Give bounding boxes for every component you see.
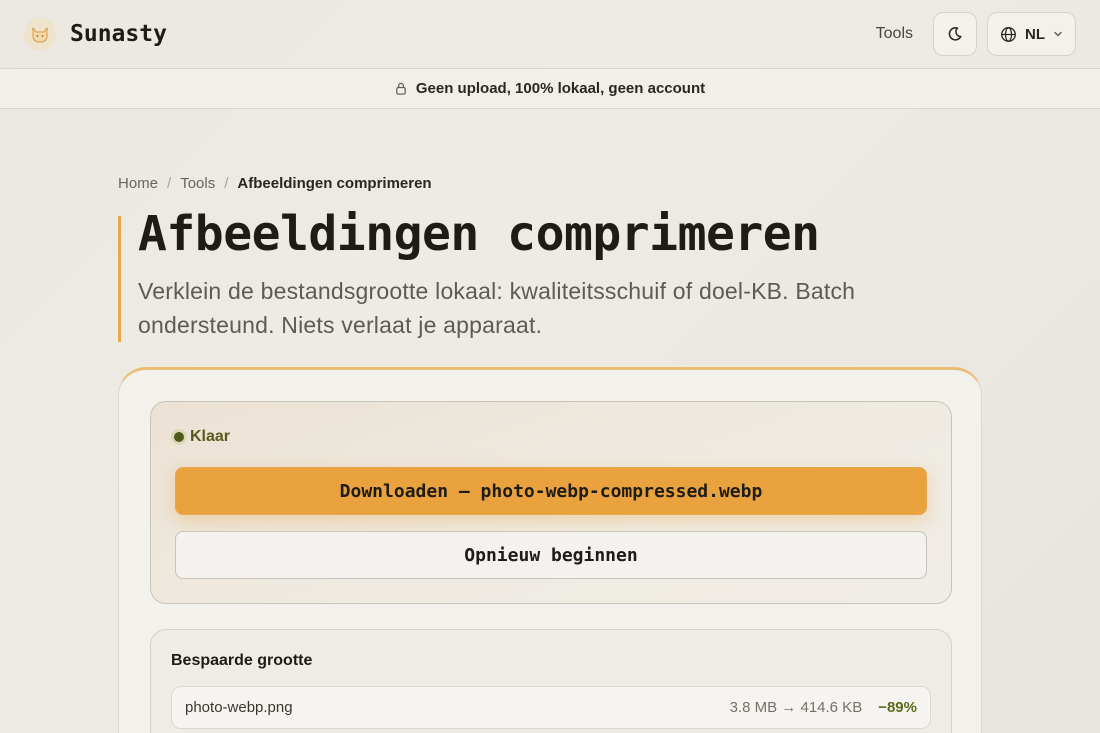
- download-button[interactable]: Downloaden — photo-webp-compressed.webp: [175, 467, 927, 515]
- top-header: Sunasty Tools NL: [0, 0, 1100, 68]
- breadcrumb-separator: /: [224, 175, 229, 192]
- language-select[interactable]: NL: [987, 12, 1076, 56]
- file-row: photo-webp.png 3.8 MB → 414.6 KB −89%: [171, 686, 931, 729]
- file-name: photo-webp.png: [185, 699, 293, 716]
- breadcrumb-tools[interactable]: Tools: [180, 175, 215, 192]
- privacy-banner: Geen upload, 100% lokaal, geen account: [0, 68, 1100, 109]
- logo-link[interactable]: Sunasty: [24, 18, 167, 50]
- page-heading: Afbeeldingen comprimeren Verklein de bes…: [118, 210, 988, 342]
- page-title: Afbeeldingen comprimeren: [138, 206, 820, 262]
- cat-logo-icon: [24, 18, 56, 50]
- status-text: Klaar: [190, 428, 231, 445]
- breadcrumb-separator: /: [167, 175, 172, 192]
- brand-name: Sunasty: [70, 21, 167, 47]
- breadcrumb-current: Afbeeldingen comprimeren: [237, 175, 432, 192]
- nav-tools-link[interactable]: Tools: [876, 25, 913, 43]
- file-sizes: 3.8 MB → 414.6 KB: [729, 699, 863, 716]
- breadcrumb: Home / Tools / Afbeeldingen comprimeren: [118, 175, 432, 192]
- file-savings-percent: −89%: [878, 699, 917, 716]
- status-dot-icon: [174, 432, 184, 442]
- privacy-banner-text: Geen upload, 100% lokaal, geen account: [415, 80, 706, 97]
- header-actions: Tools NL: [876, 12, 1076, 56]
- theme-toggle-button[interactable]: [933, 12, 977, 56]
- chevron-down-icon: [1054, 31, 1062, 37]
- status-badge: Klaar: [174, 428, 230, 446]
- breadcrumb-home[interactable]: Home: [118, 175, 158, 192]
- lock-icon: [396, 82, 406, 95]
- restart-button[interactable]: Opnieuw beginnen: [175, 531, 927, 579]
- tool-card: Klaar Downloaden — photo-webp-compressed…: [118, 367, 982, 733]
- language-label: NL: [1025, 25, 1045, 43]
- globe-icon: [1001, 26, 1016, 42]
- result-panel: Klaar Downloaden — photo-webp-compressed…: [150, 401, 952, 604]
- moon-icon: [948, 27, 962, 41]
- savings-title: Bespaarde grootte: [171, 652, 313, 669]
- savings-panel: Bespaarde grootte photo-webp.png 3.8 MB …: [150, 629, 952, 733]
- page-subtitle: Verklein de bestandsgrootte lokaal: kwal…: [138, 278, 856, 338]
